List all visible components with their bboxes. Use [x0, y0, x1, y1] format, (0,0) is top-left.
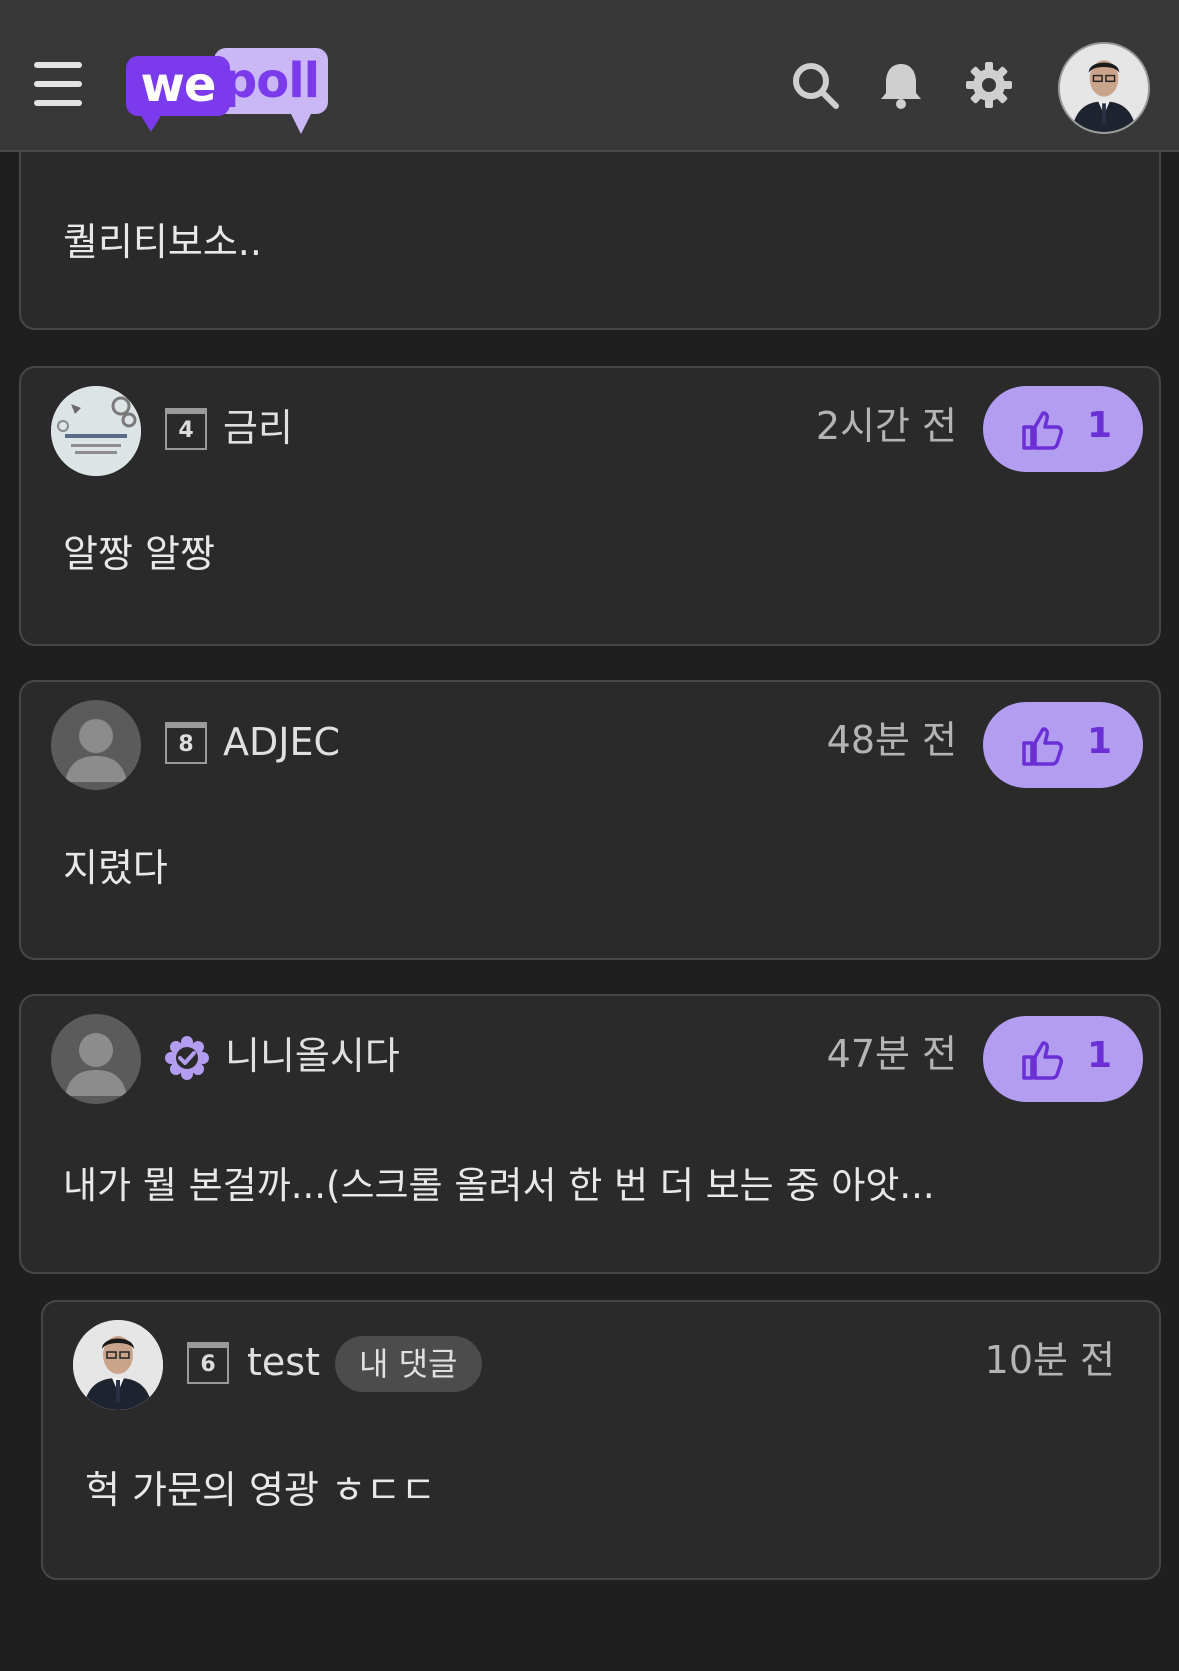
top-app-bar: poll we	[0, 0, 1179, 152]
comment-text: 알짱 알짱	[63, 532, 215, 576]
verified-badge-icon	[165, 1036, 209, 1080]
user-level-badge: 6	[187, 1342, 229, 1384]
comment-text: 헉 가문의 영광 ㅎㄷㄷ	[85, 1468, 436, 1512]
comment-text: 퀄리티보소..	[63, 220, 262, 264]
username[interactable]: test	[247, 1340, 320, 1384]
my-comment-badge: 내 댓글	[335, 1336, 482, 1392]
thumbs-up-icon	[1022, 727, 1063, 766]
gear-icon[interactable]	[964, 60, 1014, 110]
like-button[interactable]: 1	[983, 1016, 1143, 1102]
like-count: 1	[1087, 721, 1113, 762]
comment-text: 내가 뭘 본걸까...(스크롤 올려서 한 번 더 보는 중 아앗...	[63, 1164, 935, 1207]
logo-we-text: we	[126, 56, 230, 116]
like-count: 1	[1087, 405, 1113, 446]
thumbs-up-icon	[1022, 1041, 1063, 1080]
logo-tail-right	[290, 112, 312, 134]
user-avatar[interactable]	[51, 386, 141, 476]
username[interactable]: 금리	[223, 406, 293, 450]
username[interactable]: ADJEC	[223, 720, 340, 764]
profile-avatar[interactable]	[1058, 42, 1150, 134]
comment-card: 8 ADJEC 48분 전 1 지렸다	[19, 680, 1161, 960]
user-avatar[interactable]	[51, 700, 141, 790]
like-button[interactable]: 1	[983, 702, 1143, 788]
wepoll-logo[interactable]: poll we	[126, 48, 331, 138]
user-avatar[interactable]	[73, 1320, 163, 1410]
comment-card: 4 금리 2시간 전 1 알짱 알짱	[19, 366, 1161, 646]
logo-tail-left	[140, 114, 162, 132]
search-icon[interactable]	[790, 60, 840, 110]
user-level-badge: 4	[165, 408, 207, 450]
like-button[interactable]: 1	[983, 386, 1143, 472]
logo-poll-text: poll	[214, 48, 328, 114]
user-level-badge: 8	[165, 722, 207, 764]
username[interactable]: 니니올시다	[225, 1034, 400, 1078]
thumbs-up-icon	[1022, 411, 1063, 450]
comment-timestamp: 48분 전	[826, 718, 957, 762]
menu-icon[interactable]	[34, 62, 82, 106]
like-count: 1	[1087, 1035, 1113, 1076]
comment-timestamp: 10분 전	[984, 1338, 1115, 1382]
user-avatar[interactable]	[51, 1014, 141, 1104]
reply-card: 6 test 내 댓글 10분 전 헉 가문의 영광 ㅎㄷㄷ	[41, 1300, 1161, 1580]
comment-timestamp: 47분 전	[826, 1032, 957, 1076]
comment-card: 니니올시다 47분 전 1 내가 뭘 본걸까...(스크롤 올려서 한 번 더 …	[19, 994, 1161, 1274]
comment-text: 지렸다	[63, 846, 168, 890]
comment-timestamp: 2시간 전	[815, 404, 957, 448]
bell-icon[interactable]	[876, 60, 926, 110]
